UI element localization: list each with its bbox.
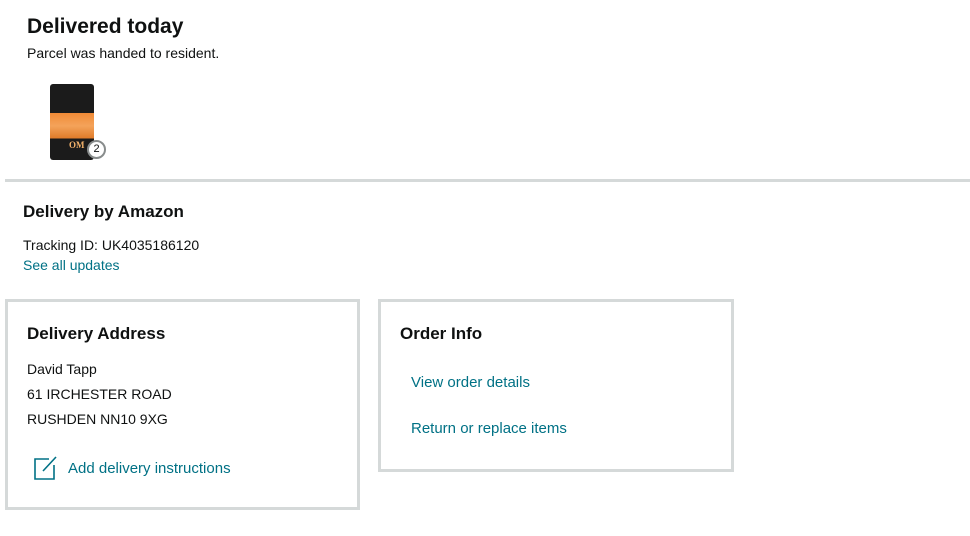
carrier-title: Delivery by Amazon	[23, 202, 184, 221]
delivery-address-card: Delivery Address David Tapp 61 IRCHESTER…	[5, 299, 360, 510]
section-divider	[5, 179, 970, 182]
bag-label: OM	[69, 140, 85, 150]
see-all-updates-link[interactable]: See all updates	[23, 257, 120, 273]
delivery-address-title: Delivery Address	[27, 324, 166, 343]
address-name: David Tapp	[27, 361, 97, 377]
edit-note-icon	[34, 456, 57, 480]
add-delivery-instructions-label: Add delivery instructions	[68, 459, 231, 477]
return-or-replace-items-link[interactable]: Return or replace items	[411, 420, 567, 437]
tracking-id: Tracking ID: UK4035186120	[23, 237, 200, 253]
address-line-2: RUSHDEN NN10 9XG	[27, 411, 168, 427]
order-info-card: Order Info View order details Return or …	[378, 299, 734, 472]
view-order-details-link[interactable]: View order details	[411, 374, 530, 391]
quantity-badge: 2	[87, 140, 106, 159]
add-delivery-instructions-button[interactable]: Add delivery instructions	[32, 454, 231, 482]
order-info-title: Order Info	[400, 324, 483, 343]
delivery-status-subtitle: Parcel was handed to resident.	[27, 45, 220, 61]
address-line-1: 61 IRCHESTER ROAD	[27, 386, 172, 402]
delivery-status-title: Delivered today	[27, 15, 184, 38]
